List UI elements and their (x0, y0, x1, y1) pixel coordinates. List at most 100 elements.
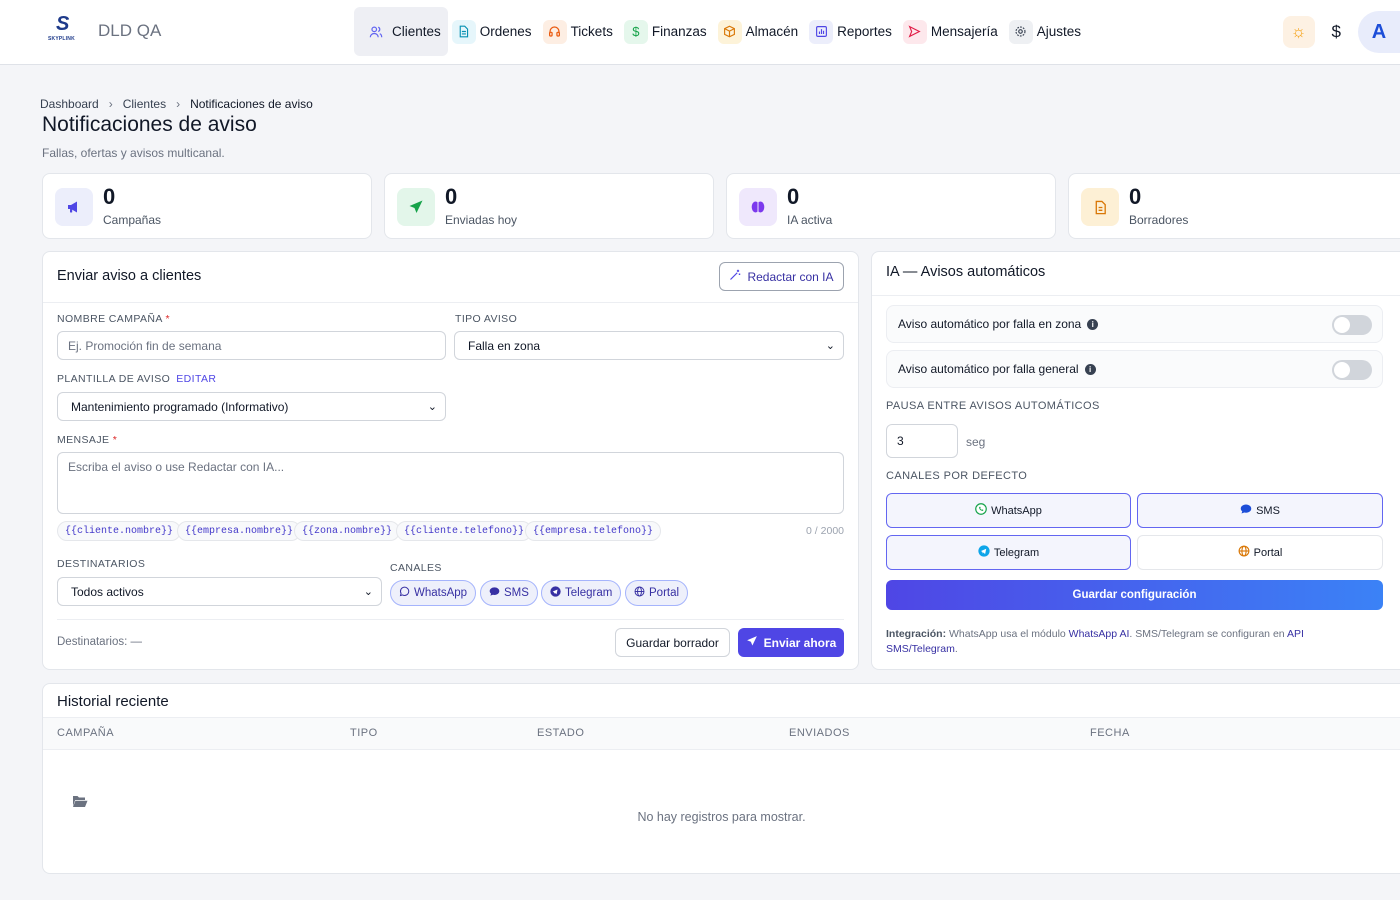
gear-icon (1008, 19, 1033, 44)
column-header-tipo: TIPO (350, 727, 378, 739)
nav-label: Finanzas (651, 24, 707, 39)
auto-general-toggle[interactable] (1332, 360, 1372, 380)
campaign-name-input[interactable]: Ej. Promoción fin de semana (57, 331, 446, 360)
message-textarea[interactable]: Escriba el aviso o use Redactar con IA..… (57, 452, 844, 514)
telegram-icon (550, 586, 561, 600)
box-icon (717, 19, 742, 44)
dollar-icon[interactable]: $ (1332, 22, 1341, 42)
brain-icon (739, 188, 777, 226)
divider (872, 295, 1400, 296)
info-icon[interactable]: i (1084, 363, 1096, 375)
nav-item-reportes[interactable]: Reportes (805, 7, 899, 56)
token-empresa-telefono[interactable]: {{empresa.telefono}} (525, 521, 662, 541)
pause-input[interactable]: 3 (886, 424, 958, 458)
column-header-enviados: ENVIADOS (789, 727, 850, 739)
channel-chip-telegram[interactable]: Telegram (541, 580, 622, 606)
nav-label: Ajustes (1036, 24, 1081, 39)
main-nav: Clientes Ordenes Tickets $ Finanzas Alma… (354, 7, 1088, 56)
send-icon (902, 19, 927, 44)
recipients-label: DESTINATARIOS (57, 558, 146, 570)
default-channel-sms[interactable]: SMS (1137, 493, 1383, 528)
nav-item-mensajeria[interactable]: Mensajería (899, 7, 1005, 56)
save-draft-button[interactable]: Guardar borrador (615, 628, 730, 657)
default-channel-telegram[interactable]: Telegram (886, 535, 1131, 570)
channel-chip-portal[interactable]: Portal (625, 580, 689, 606)
send-now-label: Enviar ahora (763, 635, 837, 650)
ai-panel-title: IA — Avisos automáticos (886, 264, 1046, 280)
nav-item-ordenes[interactable]: Ordenes (448, 7, 539, 56)
divider (57, 619, 844, 620)
sun-icon[interactable]: ☼ (1282, 16, 1315, 48)
dollar-icon: $ (623, 19, 648, 44)
token-cliente-telefono[interactable]: {{cliente.telefono}} (396, 521, 533, 541)
column-header-fecha: FECHA (1090, 727, 1130, 739)
channel-chip-whatsapp[interactable]: WhatsApp (390, 580, 477, 606)
sms-icon (1240, 503, 1252, 518)
stat-card-borradores: 0 Borradores (1068, 173, 1400, 239)
history-title: Historial reciente (57, 693, 169, 710)
nav-item-ajustes[interactable]: Ajustes (1005, 7, 1088, 56)
integration-text: WhatsApp usa el módulo (949, 628, 1066, 640)
stat-card-campanas: 0 Campañas (42, 173, 372, 239)
chevron-right-icon: › (176, 97, 181, 111)
template-edit-link[interactable]: EDITAR (176, 373, 216, 385)
brand[interactable]: S SKYPLINK DLD QA (46, 13, 161, 45)
stat-value: 0 (1129, 184, 1142, 209)
breadcrumb-current: Notificaciones de aviso (190, 97, 313, 111)
campaign-name-label: NOMBRE CAMPAÑA * (57, 313, 170, 325)
token-empresa-nombre[interactable]: {{empresa.nombre}} (177, 521, 302, 541)
chevron-down-icon: ⌄ (825, 340, 835, 352)
telegram-icon (978, 545, 990, 560)
nav-item-finanzas[interactable]: $ Finanzas (620, 7, 714, 56)
channel-label: Portal (1253, 546, 1283, 559)
recipients-count: Destinatarios: — (57, 636, 143, 648)
default-channels-label: CANALES POR DEFECTO (886, 470, 1028, 482)
header-actions: ☼ $ A (1282, 11, 1400, 53)
channel-chip-sms[interactable]: SMS (480, 580, 538, 606)
save-config-button[interactable]: Guardar configuración (886, 580, 1383, 610)
chip-label: SMS (504, 587, 529, 599)
send-now-button[interactable]: Enviar ahora (738, 628, 844, 657)
breadcrumb: Dashboard › Clientes › Notificaciones de… (40, 97, 313, 111)
integration-text: . SMS/Telegram se configuran en (1129, 628, 1285, 640)
token-zona-nombre[interactable]: {{zona.nombre}} (294, 521, 401, 541)
info-icon[interactable]: i (1087, 318, 1099, 330)
globe-icon (634, 586, 645, 600)
history-card (42, 683, 1400, 874)
notice-type-select[interactable]: Falla en zona ⌄ (454, 331, 844, 360)
logo-mark: S (56, 13, 70, 35)
ai-compose-label: Redactar con IA (747, 269, 834, 284)
breadcrumb-clientes[interactable]: Clientes (123, 97, 166, 111)
stat-value: 0 (787, 184, 800, 209)
auto-zone-toggle[interactable] (1332, 315, 1372, 335)
ai-compose-button[interactable]: Redactar con IA (719, 262, 844, 291)
empty-state-text: No hay registros para mostrar. (637, 810, 806, 824)
default-channel-portal[interactable]: Portal (1137, 535, 1383, 570)
default-channel-whatsapp[interactable]: WhatsApp (886, 493, 1131, 528)
token-cliente-nombre[interactable]: {{cliente.nombre}} (57, 521, 182, 541)
megaphone-icon (55, 188, 93, 226)
document-icon (451, 19, 476, 44)
history-table-header (43, 717, 1400, 750)
stat-value: 0 (103, 184, 116, 209)
nav-label: Ordenes (479, 24, 532, 39)
avatar[interactable]: A (1358, 11, 1400, 53)
whatsapp-ai-link[interactable]: WhatsApp AI (1069, 628, 1130, 640)
nav-label: Almacén (745, 24, 799, 39)
nav-item-clientes[interactable]: Clientes (354, 7, 448, 56)
nav-item-tickets[interactable]: Tickets (539, 7, 620, 56)
channel-label: WhatsApp (991, 504, 1042, 517)
recipients-select[interactable]: Todos activos ⌄ (57, 577, 382, 606)
notice-type-label: TIPO AVISO (455, 313, 518, 325)
select-value: Falla en zona (468, 338, 541, 353)
nav-item-almacen[interactable]: Almacén (714, 7, 806, 56)
stat-card-ia: 0 IA activa (726, 173, 1056, 239)
users-icon (364, 20, 388, 44)
chip-label: Telegram (565, 587, 613, 599)
chevron-down-icon: ⌄ (427, 401, 437, 413)
breadcrumb-dashboard[interactable]: Dashboard (40, 97, 99, 111)
sms-icon (489, 586, 500, 600)
template-select[interactable]: Mantenimiento programado (Informativo) ⌄ (57, 392, 446, 421)
nav-label: Reportes (837, 24, 892, 39)
select-value: Mantenimiento programado (Informativo) (71, 399, 289, 414)
